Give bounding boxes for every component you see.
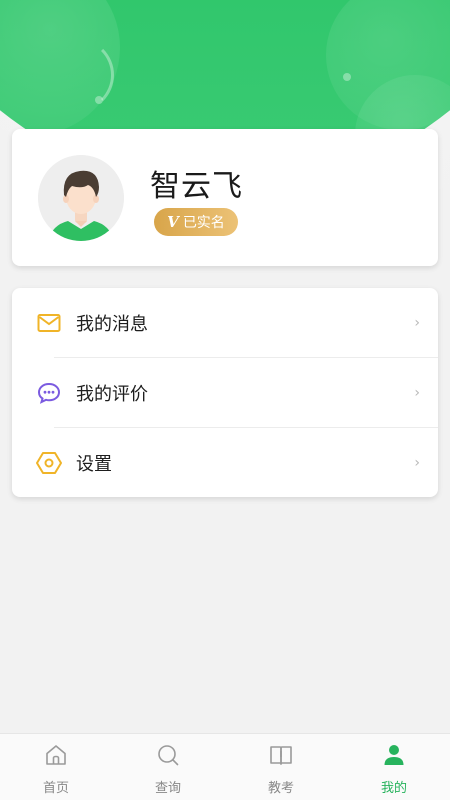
bubble-dot: [343, 73, 351, 81]
home-icon: [46, 745, 66, 765]
menu-item-label: 我的消息: [76, 314, 148, 335]
avatar[interactable]: [38, 155, 124, 241]
search-icon: [158, 745, 179, 766]
tab-label: 首页: [42, 781, 69, 796]
verified-badge: V 已实名: [154, 208, 238, 236]
menu-item-label: 设置: [76, 454, 112, 475]
verified-v-icon: V: [167, 213, 179, 231]
gear-hexagon-icon: [36, 450, 62, 476]
bottom-nav: 首页 查询 教考 我的: [0, 733, 450, 800]
book-icon: [270, 746, 292, 765]
verified-label: 已实名: [182, 215, 225, 231]
bubble-dot: [95, 96, 103, 104]
menu-item-settings[interactable]: 设置 ›: [12, 428, 438, 498]
tab-search[interactable]: 查询: [112, 734, 224, 800]
chevron-right-icon: ›: [414, 455, 420, 471]
tab-home[interactable]: 首页: [0, 734, 112, 800]
user-name: 智云飞: [150, 169, 243, 204]
chevron-right-icon: ›: [414, 385, 420, 401]
tab-label: 我的: [380, 781, 407, 796]
user-icon: [384, 745, 404, 765]
menu-item-label: 我的评价: [76, 384, 148, 405]
profile-card[interactable]: 智云飞 V 已实名: [12, 129, 438, 266]
tab-label: 查询: [154, 781, 181, 796]
menu-card: 我的消息 › 我的评价 › 设置 ›: [12, 288, 438, 497]
chat-bubble-icon: [36, 380, 62, 406]
menu-item-reviews[interactable]: 我的评价 ›: [12, 358, 438, 428]
chevron-right-icon: ›: [414, 315, 420, 331]
mail-icon: [36, 310, 62, 336]
tab-label: 教考: [267, 781, 294, 796]
tab-education[interactable]: 教考: [225, 734, 337, 800]
avatar-person-icon: [38, 155, 124, 241]
tab-mine[interactable]: 我的: [338, 734, 450, 800]
menu-item-messages[interactable]: 我的消息 ›: [12, 288, 438, 358]
